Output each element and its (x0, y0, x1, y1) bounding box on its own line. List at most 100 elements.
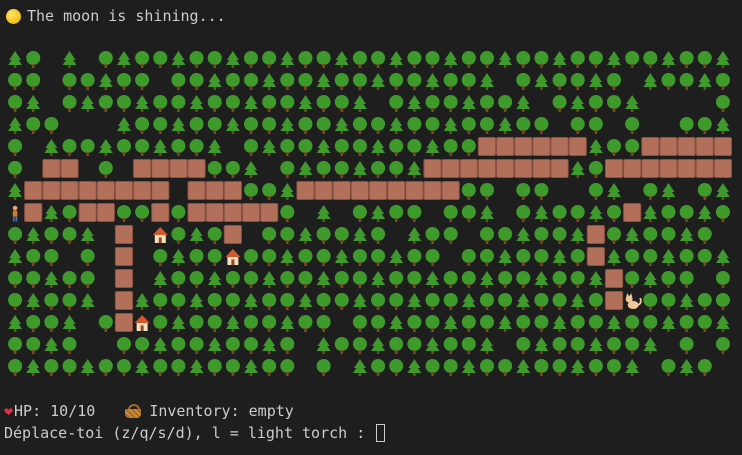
tree-icon (679, 205, 694, 222)
tree-icon (461, 271, 476, 288)
tree-icon (62, 205, 77, 222)
tree-icon (607, 315, 622, 332)
tree-icon (479, 359, 494, 376)
tree-icon (98, 95, 113, 112)
tree-icon (697, 293, 712, 310)
tree-icon (534, 271, 549, 288)
path-tile (604, 291, 624, 310)
path-tile (550, 159, 569, 178)
tree-icon (244, 337, 259, 354)
path-tile (695, 159, 714, 178)
path-tile (586, 225, 605, 244)
tree-icon (407, 359, 422, 376)
path-tile (623, 203, 642, 222)
tree-icon (516, 337, 531, 354)
tree-icon (607, 73, 622, 90)
tree-icon (280, 183, 295, 200)
tree-icon (98, 315, 113, 332)
tree-icon (516, 117, 531, 134)
tree-icon (153, 271, 168, 288)
player-icon (12, 205, 18, 222)
tree-icon (244, 315, 259, 332)
tree-icon (26, 271, 41, 288)
tree-icon (8, 95, 23, 112)
tree-icon (98, 139, 113, 156)
tree-icon (189, 315, 204, 332)
tree-icon (153, 51, 168, 68)
tree-icon (135, 337, 150, 354)
tree-icon (461, 73, 476, 90)
path-tile (114, 225, 134, 244)
tree-icon (570, 205, 585, 222)
tree-icon (225, 73, 240, 90)
tree-icon (334, 337, 349, 354)
hp-label: HP: 10/10 (14, 402, 96, 420)
tree-icon (44, 227, 59, 244)
tree-icon (244, 139, 259, 156)
tree-icon (44, 293, 59, 310)
tree-icon (334, 73, 349, 90)
tree-icon (588, 161, 603, 178)
tree-icon (625, 249, 640, 266)
path-tile (369, 181, 388, 200)
tree-icon (679, 293, 694, 310)
tree-icon (715, 293, 730, 310)
tree-icon (643, 293, 658, 310)
tree-icon (244, 51, 259, 68)
tree-icon (516, 95, 531, 112)
tree-icon (661, 293, 676, 310)
tree-icon (443, 271, 458, 288)
tree-icon (552, 337, 567, 354)
tree-icon (189, 227, 204, 244)
tree-icon (607, 359, 622, 376)
tree-icon (715, 51, 730, 68)
tree-icon (298, 117, 313, 134)
tree-icon (679, 249, 694, 266)
tree-icon (552, 95, 567, 112)
tree-icon (715, 249, 730, 266)
tree-icon (607, 337, 622, 354)
tree-icon (116, 359, 131, 376)
tree-icon (498, 293, 513, 310)
tree-icon (697, 205, 712, 222)
tree-icon (316, 249, 331, 266)
tree-icon (443, 117, 458, 134)
tree-icon (207, 293, 222, 310)
tree-icon (715, 73, 730, 90)
path-tile (241, 203, 261, 222)
tree-icon (352, 117, 367, 134)
tree-icon (588, 51, 603, 68)
tree-icon (189, 249, 204, 266)
tree-icon (153, 337, 168, 354)
path-tile (24, 203, 43, 222)
tree-icon (171, 293, 186, 310)
tree-icon (498, 227, 513, 244)
tree-icon (153, 315, 168, 332)
tree-icon (552, 249, 567, 266)
tree-icon (443, 337, 458, 354)
tree-icon (534, 249, 549, 266)
tree-icon (135, 139, 150, 156)
tree-icon (225, 315, 240, 332)
basket-icon (125, 404, 142, 418)
tree-icon (298, 315, 313, 332)
tree-icon (298, 161, 313, 178)
path-tile (677, 137, 696, 156)
tree-icon (352, 139, 367, 156)
tree-icon (371, 51, 386, 68)
path-tile (441, 181, 460, 200)
tree-icon (316, 337, 331, 354)
path-tile (477, 159, 497, 178)
tree-icon (262, 227, 277, 244)
tree-icon (461, 183, 476, 200)
tree-icon (98, 359, 113, 376)
path-tile (423, 159, 442, 178)
tree-icon (262, 271, 277, 288)
tree-icon (570, 51, 585, 68)
tree-icon (715, 95, 730, 112)
status-message: The moon is shining... (27, 7, 226, 25)
tree-icon (715, 271, 730, 288)
tree-icon (8, 183, 23, 200)
input-cursor[interactable] (376, 424, 386, 442)
tree-icon (534, 51, 549, 68)
